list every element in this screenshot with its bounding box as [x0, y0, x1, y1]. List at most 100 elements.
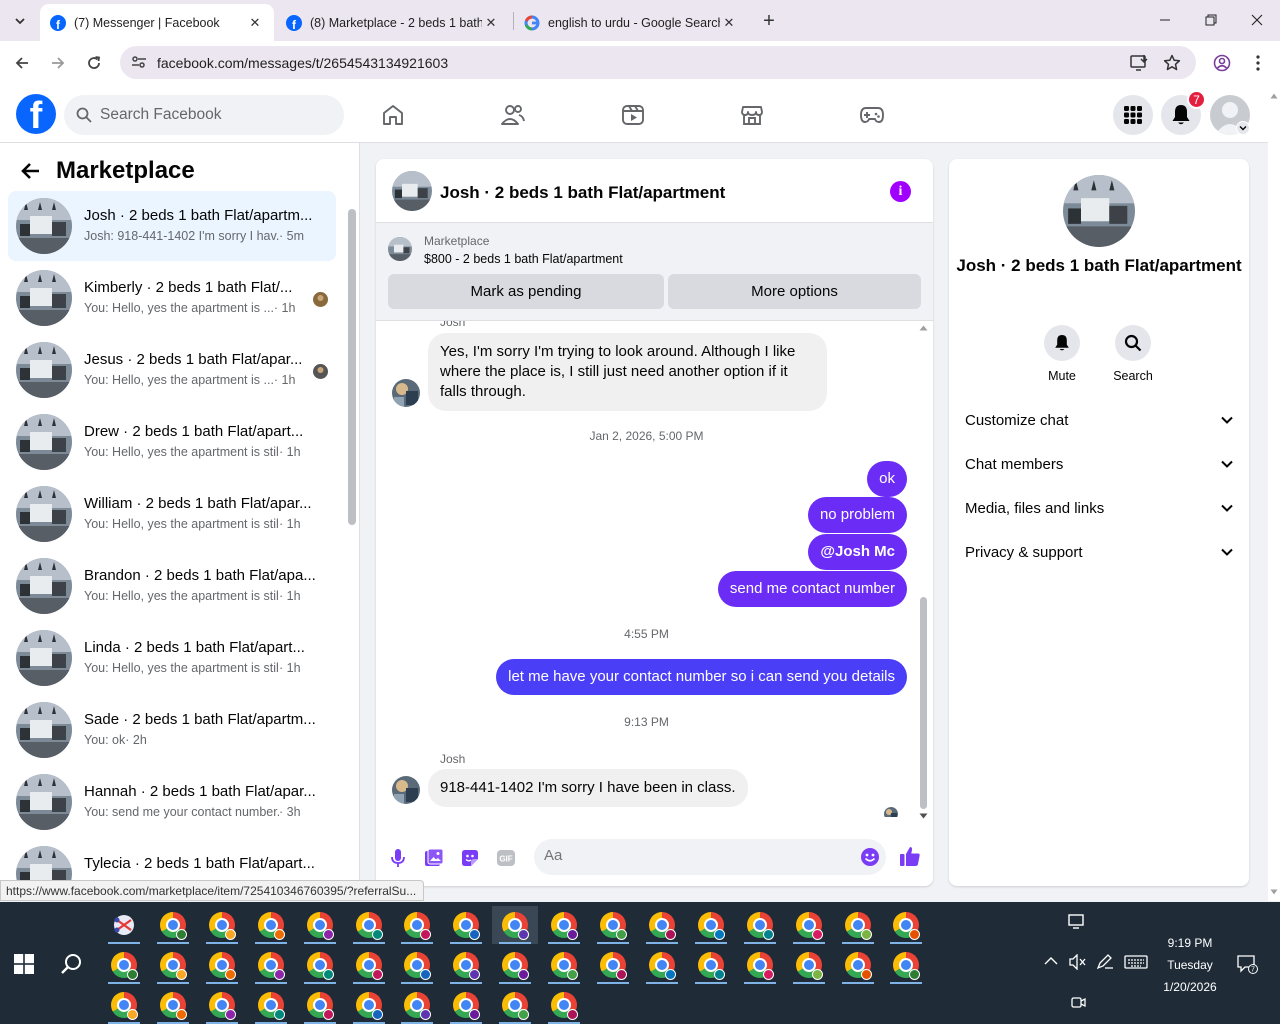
taskbar-chrome-window[interactable]	[101, 946, 147, 984]
nav-video[interactable]	[613, 95, 653, 135]
install-app-icon[interactable]	[1130, 54, 1148, 72]
outgoing-message[interactable]: send me contact number	[717, 571, 907, 607]
restore-button[interactable]	[1188, 0, 1234, 40]
taskbar-chrome-window[interactable]	[150, 986, 196, 1024]
pen-icon[interactable]	[1096, 954, 1114, 970]
minimize-button[interactable]	[1142, 0, 1188, 40]
taskbar-chrome-window[interactable]	[248, 906, 294, 944]
incoming-message[interactable]: Yes, I'm sorry I'm trying to look around…	[428, 333, 827, 411]
taskbar-chrome-window[interactable]	[248, 986, 294, 1024]
taskbar-search-button[interactable]	[60, 952, 84, 976]
sender-avatar[interactable]	[392, 776, 420, 804]
new-tab-button[interactable]: +	[756, 8, 782, 34]
taskbar-chrome-window[interactable]	[443, 906, 489, 944]
outgoing-message[interactable]: no problem	[807, 497, 907, 533]
search-action[interactable]: Search	[1103, 325, 1163, 383]
mark-as-pending-button[interactable]: Mark as pending	[388, 274, 664, 309]
taskbar-chrome-window[interactable]	[199, 946, 245, 984]
taskbar-chrome-window[interactable]	[443, 946, 489, 984]
taskbar-chrome-window[interactable]	[786, 946, 832, 984]
address-bar[interactable]: facebook.com/messages/t/2654543134921603	[120, 46, 1196, 79]
taskbar-chrome-window[interactable]	[248, 946, 294, 984]
account-chevron-icon[interactable]	[1236, 121, 1250, 135]
message-input[interactable]	[544, 847, 844, 864]
outgoing-message[interactable]: let me have your contact number so i can…	[496, 659, 907, 695]
outgoing-mention-message[interactable]: @Josh Mc	[808, 534, 907, 570]
tab-messenger[interactable]: f (7) Messenger | Facebook ✕	[40, 4, 274, 41]
nav-friends[interactable]	[493, 95, 533, 135]
conversation-item[interactable]: William · 2 beds 1 bath Flat/apar... You:…	[8, 479, 336, 549]
gif-button[interactable]: GIF	[494, 846, 518, 870]
outgoing-message[interactable]: ok	[867, 461, 907, 497]
taskbar-chrome-window[interactable]	[199, 906, 245, 944]
taskbar-chrome-window[interactable]	[346, 906, 392, 944]
emoji-button[interactable]	[860, 847, 880, 867]
taskbar-chrome-window[interactable]	[541, 906, 587, 944]
listing-title[interactable]: $800 - 2 beds 1 bath Flat/apartment	[424, 252, 623, 266]
conversation-item[interactable]: Sade · 2 beds 1 bath Flat/apartm... You: …	[8, 695, 336, 765]
nav-marketplace[interactable]	[732, 95, 772, 135]
taskbar-chrome-window[interactable]	[297, 946, 343, 984]
taskbar-chrome-window[interactable]	[883, 946, 929, 984]
conversation-item[interactable]: Kimberly · 2 beds 1 bath Flat/... You: He…	[8, 263, 336, 333]
taskbar-chrome-window[interactable]	[297, 986, 343, 1024]
scroll-up-arrow-icon[interactable]	[919, 325, 928, 331]
browser-menu-button[interactable]	[1244, 49, 1272, 77]
taskbar-chrome-window[interactable]	[688, 946, 734, 984]
close-tab-icon[interactable]: ✕	[482, 14, 500, 32]
mute-button[interactable]	[1044, 325, 1080, 361]
voice-clip-button[interactable]	[386, 846, 410, 870]
search-in-conversation-button[interactable]	[1115, 325, 1151, 361]
mute-action[interactable]: Mute	[1032, 325, 1092, 383]
forward-button[interactable]	[44, 49, 72, 77]
taskbar-chrome-window[interactable]	[492, 986, 538, 1024]
close-window-button[interactable]	[1234, 0, 1280, 40]
taskbar-chrome-window[interactable]	[150, 946, 196, 984]
privacy-support-row[interactable]: Privacy & support	[965, 540, 1233, 564]
tab-marketplace[interactable]: f (8) Marketplace - 2 beds 1 bath ✕	[276, 4, 510, 41]
incoming-message[interactable]: 918-441-1402 I'm sorry I have been in cl…	[428, 769, 748, 807]
taskbar-chrome-window[interactable]	[883, 906, 929, 944]
conversation-item[interactable]: Linda · 2 beds 1 bath Flat/apart... You: …	[8, 623, 336, 693]
listing-thumbnail[interactable]	[388, 237, 412, 261]
system-clock[interactable]: 9:19 PM Tuesday 1/20/2026	[1150, 932, 1230, 998]
facebook-search-box[interactable]	[64, 95, 344, 135]
taskbar-chrome-window[interactable]	[639, 906, 685, 944]
attach-media-button[interactable]	[422, 846, 446, 870]
nav-gaming[interactable]	[852, 95, 892, 135]
taskbar-chrome-window[interactable]	[150, 906, 196, 944]
taskbar-chrome-window[interactable]	[346, 946, 392, 984]
start-button[interactable]	[14, 954, 34, 974]
scroll-down-arrow-icon[interactable]	[919, 813, 928, 819]
list-scrollbar[interactable]	[348, 209, 356, 525]
facebook-logo-icon[interactable]: f	[16, 94, 56, 134]
facebook-search-input[interactable]	[100, 106, 320, 124]
taskbar-chrome-window[interactable]	[786, 906, 832, 944]
chat-members-row[interactable]: Chat members	[965, 452, 1233, 476]
volume-muted-icon[interactable]	[1068, 954, 1086, 970]
tab-google-search[interactable]: english to urdu - Google Search ✕	[514, 4, 748, 41]
page-scrollbar[interactable]	[1268, 85, 1280, 901]
back-arrow-icon[interactable]	[20, 162, 40, 180]
taskbar-chrome-window[interactable]	[541, 946, 587, 984]
scroll-up-arrow-icon[interactable]	[1270, 93, 1278, 99]
taskbar-chrome-window[interactable]	[688, 906, 734, 944]
taskbar-chrome-window[interactable]	[199, 986, 245, 1024]
taskbar-chrome-window[interactable]	[101, 906, 147, 944]
conversation-item[interactable]: Brandon · 2 beds 1 bath Flat/apa... You: …	[8, 551, 336, 621]
taskbar-chrome-window[interactable]	[737, 946, 783, 984]
taskbar-chrome-window[interactable]	[346, 986, 392, 1024]
chat-scroll-thumb[interactable]	[920, 597, 927, 809]
site-info-icon[interactable]	[130, 54, 148, 70]
show-hidden-icons-chevron-icon[interactable]	[1044, 956, 1058, 966]
send-like-button[interactable]	[898, 844, 922, 868]
conversation-item[interactable]: Hannah · 2 beds 1 bath Flat/apar... You: …	[8, 767, 336, 837]
taskbar-chrome-window[interactable]	[492, 906, 539, 944]
taskbar-chrome-window[interactable]	[443, 986, 489, 1024]
taskbar-chrome-window[interactable]	[835, 906, 881, 944]
taskbar-chrome-window[interactable]	[737, 906, 783, 944]
taskbar-chrome-window[interactable]	[101, 986, 147, 1024]
meet-now-icon[interactable]	[1070, 994, 1086, 1010]
bookmark-star-icon[interactable]	[1163, 54, 1181, 72]
close-tab-icon[interactable]: ✕	[246, 14, 264, 32]
